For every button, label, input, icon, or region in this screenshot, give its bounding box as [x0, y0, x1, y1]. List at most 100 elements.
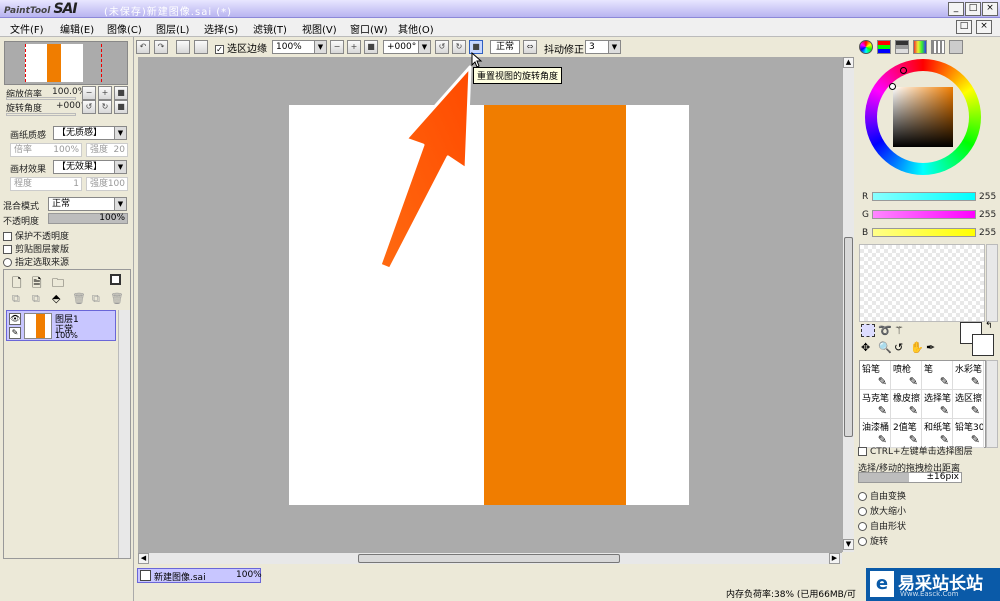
lasso-icon[interactable]: ➰ [878, 324, 892, 337]
brush-tool-1[interactable]: 铅笔 ✎ [860, 361, 891, 390]
zoom-tool-icon[interactable]: 🔍 [878, 341, 892, 354]
zoom-slider[interactable] [6, 97, 76, 100]
copy-layer-icon[interactable]: ⧉ [12, 292, 20, 306]
zoom-select[interactable]: 100% ▼ [272, 40, 327, 54]
move-icon[interactable]: ✥ [861, 341, 870, 354]
nav-zoom-out-button[interactable]: − [82, 86, 96, 100]
layer-row-1[interactable]: 👁 ✎ 图层1 正常 100% [6, 310, 116, 341]
blend-mode-select[interactable]: 正常 ▼ [48, 197, 127, 211]
flip-mode-button[interactable]: 正常 [490, 40, 520, 54]
brush-grid-scrollbar[interactable] [986, 360, 998, 448]
close-button[interactable]: × [982, 2, 998, 16]
menu-filter[interactable]: 滤镜(T) [253, 21, 287, 36]
menu-file[interactable]: 文件(F) [10, 21, 44, 36]
zoom-reset-button[interactable]: ■ [364, 40, 378, 54]
menu-view[interactable]: 视图(V) [302, 21, 337, 36]
layer-scrollbar[interactable] [118, 310, 130, 558]
ctrl-select-checkbox[interactable] [858, 447, 867, 456]
scratch-pad[interactable] [859, 244, 985, 322]
menu-other[interactable]: 其他(O) [398, 21, 434, 36]
flip-button[interactable]: ⇔ [523, 40, 537, 54]
vertical-scrollbar[interactable]: ▲ ▼ [842, 57, 854, 552]
menu-select[interactable]: 选择(S) [204, 21, 238, 36]
color-wheel[interactable] [865, 59, 981, 175]
brush-tool-4[interactable]: 水彩笔 ✎ [953, 361, 984, 390]
mask-icon[interactable] [110, 274, 121, 285]
hand-tool-icon[interactable]: ✋ [910, 341, 924, 354]
magic-wand-icon[interactable]: ⚚ [894, 324, 904, 337]
zoom-in-button[interactable]: + [347, 40, 361, 54]
brush-tool-5[interactable]: 马克笔 ✎ [860, 390, 891, 419]
merge-down-icon[interactable]: ⬘ [52, 292, 60, 305]
nav-zoom-in-button[interactable]: + [98, 86, 112, 100]
ctrl-select-option[interactable]: CTRL+左键单击选择图层 [858, 444, 973, 457]
vertical-scroll-thumb[interactable] [844, 237, 853, 437]
protect-opacity-checkbox[interactable] [3, 232, 12, 241]
brush-tool-8[interactable]: 选区擦 ✎ [953, 390, 984, 419]
mode-deform[interactable]: 自由形状 [858, 519, 906, 532]
mode-free-transform[interactable]: 自由变换 [858, 489, 906, 502]
opacity-slider[interactable]: 100% [48, 213, 128, 224]
g-slider[interactable] [872, 210, 976, 219]
canvas-area[interactable] [138, 57, 842, 552]
maximize-button[interactable]: □ [965, 2, 981, 16]
rect-select-icon[interactable] [861, 324, 875, 337]
rotate-right-button[interactable]: ↻ [452, 40, 466, 54]
color-wheel-tab-icon[interactable] [859, 40, 873, 54]
visibility-eye-icon[interactable]: 👁 [9, 313, 21, 325]
paper-texture-select[interactable]: 【无质感】 ▼ [53, 126, 127, 140]
rgb-slider-tab-icon[interactable] [877, 40, 891, 54]
rotation-select[interactable]: +000° ▼ [383, 40, 431, 54]
document-tab[interactable]: 新建图像.sai 100% [137, 568, 262, 583]
nav-rotate-left-button[interactable]: ↺ [82, 100, 96, 114]
swap-colors-icon[interactable]: ↰ [985, 321, 993, 331]
nav-rotate-reset-button[interactable]: ■ [114, 100, 128, 114]
clip-group-option[interactable]: 剪贴图层蒙版 [3, 242, 69, 255]
invert-selection-button[interactable] [194, 40, 208, 54]
drag-distance-slider[interactable]: ±16pix [858, 472, 962, 483]
canvas-paper[interactable] [289, 105, 689, 505]
menu-layer[interactable]: 图层(L) [156, 21, 189, 36]
horizontal-scroll-thumb[interactable] [358, 554, 620, 563]
swatch-tab-icon[interactable] [931, 40, 945, 54]
zoom-out-button[interactable]: − [330, 40, 344, 54]
clear-layer-icon[interactable]: 🗑 [72, 292, 86, 305]
secondary-color-swatch[interactable] [972, 334, 994, 356]
brush-tool-7[interactable]: 选择笔 ✎ [922, 390, 953, 419]
eyedropper-icon[interactable]: ✒ [926, 341, 935, 354]
stabilizer-select[interactable]: 3 ▼ [585, 40, 621, 54]
rotate-slider[interactable] [6, 113, 76, 116]
hsv-slider-tab-icon[interactable] [895, 40, 909, 54]
transfer-down-icon[interactable]: ⧉ [32, 292, 40, 306]
saturation-value-square[interactable] [893, 87, 953, 147]
rotate-left-button[interactable]: ↺ [435, 40, 449, 54]
brush-tool-3[interactable]: 笔 ✎ [922, 361, 953, 390]
navigator-preview[interactable] [4, 41, 128, 85]
scratchpad-tab-icon[interactable] [949, 40, 963, 54]
selection-edge-toggle[interactable]: ✓ 选区边缘 [215, 40, 267, 55]
hue-cursor[interactable] [900, 67, 907, 74]
menu-edit[interactable]: 编辑(E) [60, 21, 94, 36]
merge-all-icon[interactable]: ⧉ [92, 292, 100, 306]
nav-zoom-reset-button[interactable]: ■ [114, 86, 128, 100]
horizontal-scrollbar[interactable]: ◀ ▶ [138, 552, 842, 564]
clip-group-checkbox[interactable] [3, 245, 12, 254]
b-slider[interactable] [872, 228, 976, 237]
redo-button[interactable]: ↷ [154, 40, 168, 54]
brush-tool-6[interactable]: 橡皮擦 ✎ [891, 390, 922, 419]
rotate-tool-icon[interactable]: ↺ [894, 341, 903, 354]
nav-rotate-right-button[interactable]: ↻ [98, 100, 112, 114]
menu-window[interactable]: 窗口(W) [350, 21, 388, 36]
doc-close-button[interactable]: × [976, 20, 992, 34]
r-slider[interactable] [872, 192, 976, 201]
selection-source-radio[interactable] [3, 258, 12, 267]
minimize-button[interactable]: _ [948, 2, 964, 16]
menu-image[interactable]: 图像(C) [107, 21, 142, 36]
delete-layer-icon[interactable]: 🗑 [110, 292, 124, 305]
paint-brush-icon[interactable]: ✎ [9, 327, 21, 339]
doc-restore-button[interactable]: □ [956, 20, 972, 34]
mode-scale[interactable]: 放大缩小 [858, 504, 906, 517]
paper-effect-select[interactable]: 【无效果】 ▼ [53, 160, 127, 174]
deselect-button[interactable] [176, 40, 190, 54]
selection-source-option[interactable]: 指定选取来源 [3, 255, 69, 268]
